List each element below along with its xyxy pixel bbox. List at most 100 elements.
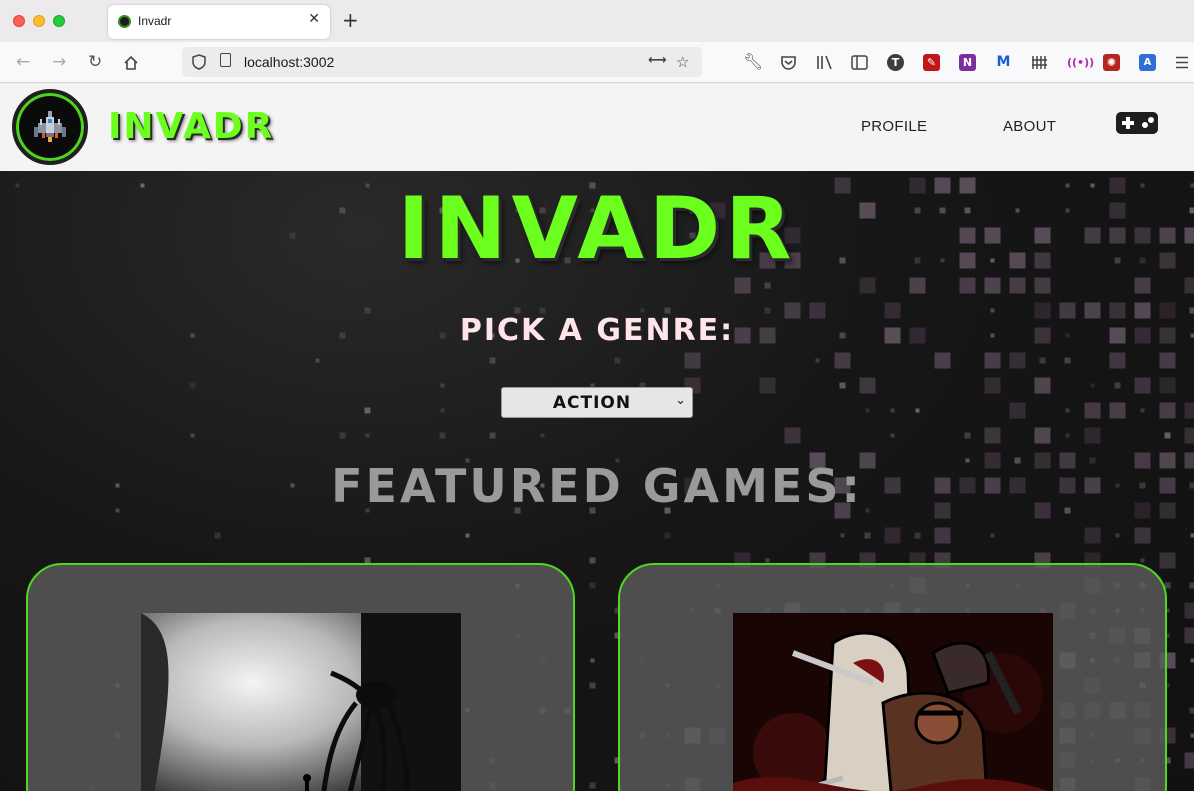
maximize-window-button[interactable] [53,15,65,27]
pixel-square [765,558,770,563]
extension-t-icon[interactable]: T [887,54,904,71]
pixel-square [1189,582,1194,589]
pixel-square [1034,377,1051,394]
site-favicon-icon [118,15,131,28]
pocket-icon[interactable] [780,54,797,71]
pixel-square [1065,433,1070,438]
pixel-square [540,433,545,438]
featured-heading: FEATURED GAMES: [331,459,863,513]
pixel-square [1134,277,1151,294]
pixel-square [1114,382,1121,389]
game-card[interactable] [26,563,575,791]
pixel-square [315,358,320,363]
darkest-dungeon-cover-art-icon[interactable] [733,613,1053,791]
genre-selected-value[interactable]: ACTION [502,393,682,413]
minimize-window-button[interactable] [33,15,45,27]
pixel-square [1184,627,1194,644]
pixel-square [1009,277,1026,294]
pixel-square [990,308,995,313]
pixel-square [1189,707,1194,714]
genre-select[interactable]: ACTION ⌄ [501,387,693,418]
page-info-icon[interactable] [220,53,231,67]
nav-profile-link[interactable]: PROFILE [861,118,927,135]
pixel-square [190,433,195,438]
extension-translate-icon[interactable]: A [1139,54,1156,71]
pixel-square [1159,552,1176,569]
pixel-square [1190,658,1194,663]
extension-m-icon[interactable]: M [995,54,1012,71]
sidebar-icon[interactable] [851,55,868,70]
bookmark-star-icon[interactable]: ☆ [676,53,689,71]
reload-icon[interactable]: ↻ [88,52,102,72]
pixel-square [1009,352,1026,369]
pixel-square [365,433,370,438]
pixel-square [865,408,870,413]
pixel-square [364,407,371,414]
library-icon[interactable] [816,55,833,70]
pixel-square [990,533,995,538]
pixel-square [784,427,801,444]
extension-red-icon[interactable]: ✎ [923,54,940,71]
pixel-square [1159,402,1176,419]
shield-icon[interactable] [192,54,206,70]
pixel-square [664,532,671,539]
pixel-square [890,433,895,438]
url-bar[interactable]: localhost:3002 ⟷ ☆ [182,47,702,77]
gamepad-icon[interactable] [1116,112,1158,134]
onenote-icon[interactable]: N [959,54,976,71]
pixel-square [1140,558,1145,563]
pixel-square [439,432,446,439]
translate-icon[interactable]: ⟷ [648,53,667,68]
pixel-square [1084,427,1101,444]
pixel-square [1034,277,1051,294]
new-tab-button[interactable]: + [342,9,359,31]
pixel-square [864,532,871,539]
pixel-square [1159,377,1176,394]
nav-about-link[interactable]: ABOUT [1003,118,1056,135]
pixel-square [1109,352,1126,369]
url-text[interactable]: localhost:3002 [244,54,334,70]
pixel-square [189,382,196,389]
back-arrow-icon[interactable]: ← [16,52,30,72]
pixel-square [1034,427,1051,444]
main-content: INVADR PICK A GENRE: ACTION ⌄ FEATURED G… [0,171,1194,791]
pixel-square [1190,533,1194,538]
spaceship-icon [34,111,66,142]
game-card[interactable] [618,563,1167,791]
browser-tab[interactable]: Invadr ✕ [108,5,330,39]
pixel-square [614,357,621,364]
pixel-square [1109,402,1126,419]
broadcast-icon[interactable]: ((•)) [1067,54,1094,71]
site-brand[interactable]: INVADR [108,106,274,147]
pixel-square [840,533,845,538]
pixel-square [839,382,846,389]
pixel-square [984,277,1001,294]
pixel-square [759,377,776,394]
pixel-square [214,532,221,539]
pixel-square [1039,357,1046,364]
pixel-square [1184,752,1194,769]
browser-tab-bar: Invadr ✕ + [0,0,1194,42]
tab-close-icon[interactable]: ✕ [308,11,320,27]
site-logo[interactable] [12,89,88,165]
pixel-square [1164,432,1171,439]
pixel-square [1159,352,1176,369]
pixel-square [640,308,645,313]
pixel-square [1065,408,1070,413]
extension-crab-icon[interactable]: ✺ [1103,54,1120,71]
pixel-square [934,352,951,369]
wrench-icon[interactable]: 🔧︎ [743,52,763,72]
pixel-square [859,277,876,294]
extension-grid-icon[interactable] [1031,55,1048,70]
chevron-down-icon[interactable]: ⌄ [675,393,686,408]
pixel-square [834,352,851,369]
limbo-cover-art-icon[interactable] [141,613,461,791]
home-icon[interactable] [123,55,139,71]
pixel-square [1115,533,1120,538]
pixel-square [1134,527,1151,544]
forward-arrow-icon[interactable]: → [52,52,66,72]
menu-icon[interactable] [1175,56,1189,69]
pixel-square [440,383,445,388]
pixel-square [1009,402,1026,419]
close-window-button[interactable] [13,15,25,27]
